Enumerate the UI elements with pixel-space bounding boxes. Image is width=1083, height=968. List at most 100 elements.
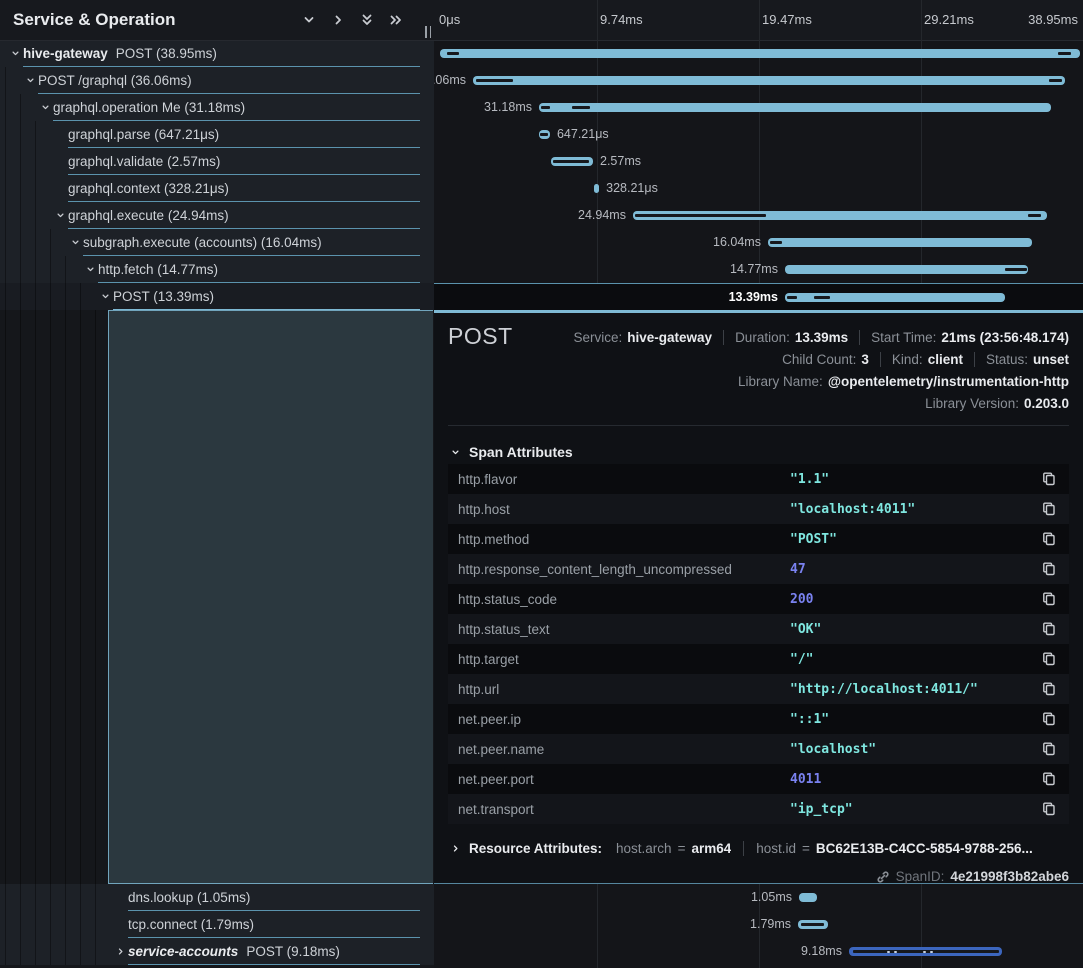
expand-span-chevron[interactable]	[113, 938, 127, 965]
collapse-span-chevron[interactable]	[38, 94, 52, 121]
child-span-marker	[1005, 268, 1027, 271]
attribute-value: "localhost"	[790, 742, 1041, 757]
tree-row[interactable]: subgraph.execute (accounts) (16.04ms)	[0, 229, 434, 256]
indent-guide	[20, 256, 21, 283]
tree-row[interactable]: graphql.validate (2.57ms)	[0, 148, 434, 175]
tree-row[interactable]: http.fetch (14.77ms)	[0, 256, 434, 283]
timeline-row[interactable]: 31.18ms	[434, 94, 1083, 121]
attribute-row: http.status_code200	[448, 584, 1069, 614]
collapse-span-chevron[interactable]	[23, 67, 37, 94]
span-attributes-header[interactable]: Span Attributes	[450, 444, 573, 460]
copy-icon	[1041, 561, 1057, 577]
timeline-row[interactable]: 1.79ms	[434, 911, 1083, 938]
timeline-row[interactable]: 24.94ms	[434, 202, 1083, 229]
indent-guide	[5, 310, 6, 884]
indent-guide	[5, 148, 6, 175]
indent-guide	[65, 310, 66, 884]
collapse-span-chevron[interactable]	[68, 229, 82, 256]
tree-row[interactable]: hive-gatewayPOST (38.95ms)	[0, 40, 434, 67]
indent-guide	[50, 229, 51, 256]
indent-guide	[5, 256, 6, 283]
span-duration-label: 9.18ms	[801, 938, 842, 965]
collapse-span-chevron[interactable]	[8, 40, 22, 67]
attribute-key: http.host	[448, 502, 790, 517]
tree-row[interactable]: service-accountsPOST (9.18ms)	[0, 938, 434, 965]
indent-guide	[20, 283, 21, 310]
tree-row[interactable]: graphql.execute (24.94ms)	[0, 202, 434, 229]
copy-value-button[interactable]	[1041, 471, 1057, 487]
timeline-row[interactable]: 647.21μs	[434, 121, 1083, 148]
copy-value-button[interactable]	[1041, 771, 1057, 787]
indent-guide	[35, 283, 36, 310]
timeline-row[interactable]: 13.39ms	[434, 283, 1083, 310]
child-span-marker	[541, 106, 550, 109]
chevron-right-icon[interactable]	[330, 12, 346, 28]
timeline-row[interactable]: 36.06ms	[434, 67, 1083, 94]
child-span-marker	[801, 923, 824, 926]
link-icon	[876, 870, 890, 884]
copy-value-button[interactable]	[1041, 711, 1057, 727]
span-duration-bar[interactable]	[799, 893, 817, 902]
tree-row[interactable]: tcp.connect (1.79ms)	[0, 911, 434, 938]
copy-value-button[interactable]	[1041, 651, 1057, 667]
tree-row[interactable]: graphql.operation Me (31.18ms)	[0, 94, 434, 121]
timeline-row[interactable]: 16.04ms	[434, 229, 1083, 256]
copy-value-button[interactable]	[1041, 561, 1057, 577]
indent-guide	[5, 67, 6, 94]
tree-row[interactable]: POST /graphql (36.06ms)	[0, 67, 434, 94]
timeline-row[interactable]: 2.57ms	[434, 148, 1083, 175]
pane-resize-grip[interactable]	[425, 26, 431, 38]
collapse-span-chevron[interactable]	[98, 283, 112, 310]
timeline-row[interactable]: 9.18ms	[434, 938, 1083, 965]
copy-icon	[1041, 471, 1057, 487]
timeline-row[interactable]: 328.21μs	[434, 175, 1083, 202]
tree-row[interactable]: dns.lookup (1.05ms)	[0, 884, 434, 911]
meta-item: Library Name:@opentelemetry/instrumentat…	[738, 374, 1069, 389]
attribute-row: http.url"http://localhost:4011/"	[448, 674, 1069, 704]
span-duration-bar[interactable]	[785, 265, 1028, 274]
indent-guide	[35, 202, 36, 229]
timeline-row[interactable]: 14.77ms	[434, 256, 1083, 283]
meta-value: @opentelemetry/instrumentation-http	[828, 374, 1069, 389]
span-id-value: 4e21998f3b82abe6	[950, 869, 1069, 884]
meta-label: Duration:	[735, 330, 790, 345]
double-chevron-down-icon[interactable]	[359, 12, 375, 28]
copy-value-button[interactable]	[1041, 531, 1057, 547]
span-duration-bar[interactable]	[539, 103, 1051, 112]
chevron-down-icon[interactable]	[301, 12, 317, 28]
span-duration-bar[interactable]	[440, 49, 1080, 58]
tree-row[interactable]: POST (13.39ms)	[0, 283, 434, 310]
span-detail-panel: POST Service:hive-gatewayDuration:13.39m…	[434, 310, 1083, 884]
tree-row[interactable]: graphql.parse (647.21μs)	[0, 121, 434, 148]
copy-value-button[interactable]	[1041, 801, 1057, 817]
span-duration-label: 24.94ms	[578, 202, 626, 229]
resource-attribute: host.id=BC62E13B-C4CC-5854-9788-256...	[743, 841, 1033, 856]
copy-value-button[interactable]	[1041, 501, 1057, 517]
attribute-value: "POST"	[790, 532, 1041, 547]
indent-guide	[65, 911, 66, 938]
span-duration-bar[interactable]	[594, 184, 599, 193]
child-span-marker	[553, 160, 589, 163]
indent-guide	[20, 148, 21, 175]
span-duration-bar[interactable]	[768, 238, 1032, 247]
timeline-row[interactable]: 1.05ms	[434, 884, 1083, 911]
copy-icon	[1041, 651, 1057, 667]
double-chevron-right-icon[interactable]	[388, 12, 404, 28]
copy-value-button[interactable]	[1041, 741, 1057, 757]
span-duration-bar[interactable]	[473, 76, 1065, 85]
resource-key: host.arch	[616, 841, 672, 856]
span-event-dot	[923, 951, 926, 954]
copy-value-button[interactable]	[1041, 591, 1057, 607]
indent-guide	[35, 938, 36, 965]
collapse-span-chevron[interactable]	[83, 256, 97, 283]
tree-row[interactable]: graphql.context (328.21μs)	[0, 175, 434, 202]
chevron-down-icon	[40, 102, 51, 113]
indent-guide	[5, 884, 6, 911]
copy-value-button[interactable]	[1041, 621, 1057, 637]
meta-value: hive-gateway	[627, 330, 712, 345]
timeline-row[interactable]	[434, 40, 1083, 67]
span-meta: Service:hive-gatewayDuration:13.39msStar…	[573, 326, 1069, 414]
copy-value-button[interactable]	[1041, 681, 1057, 697]
resource-attributes-row[interactable]: Resource Attributes: host.arch=arm64host…	[450, 841, 1033, 856]
collapse-span-chevron[interactable]	[53, 202, 67, 229]
